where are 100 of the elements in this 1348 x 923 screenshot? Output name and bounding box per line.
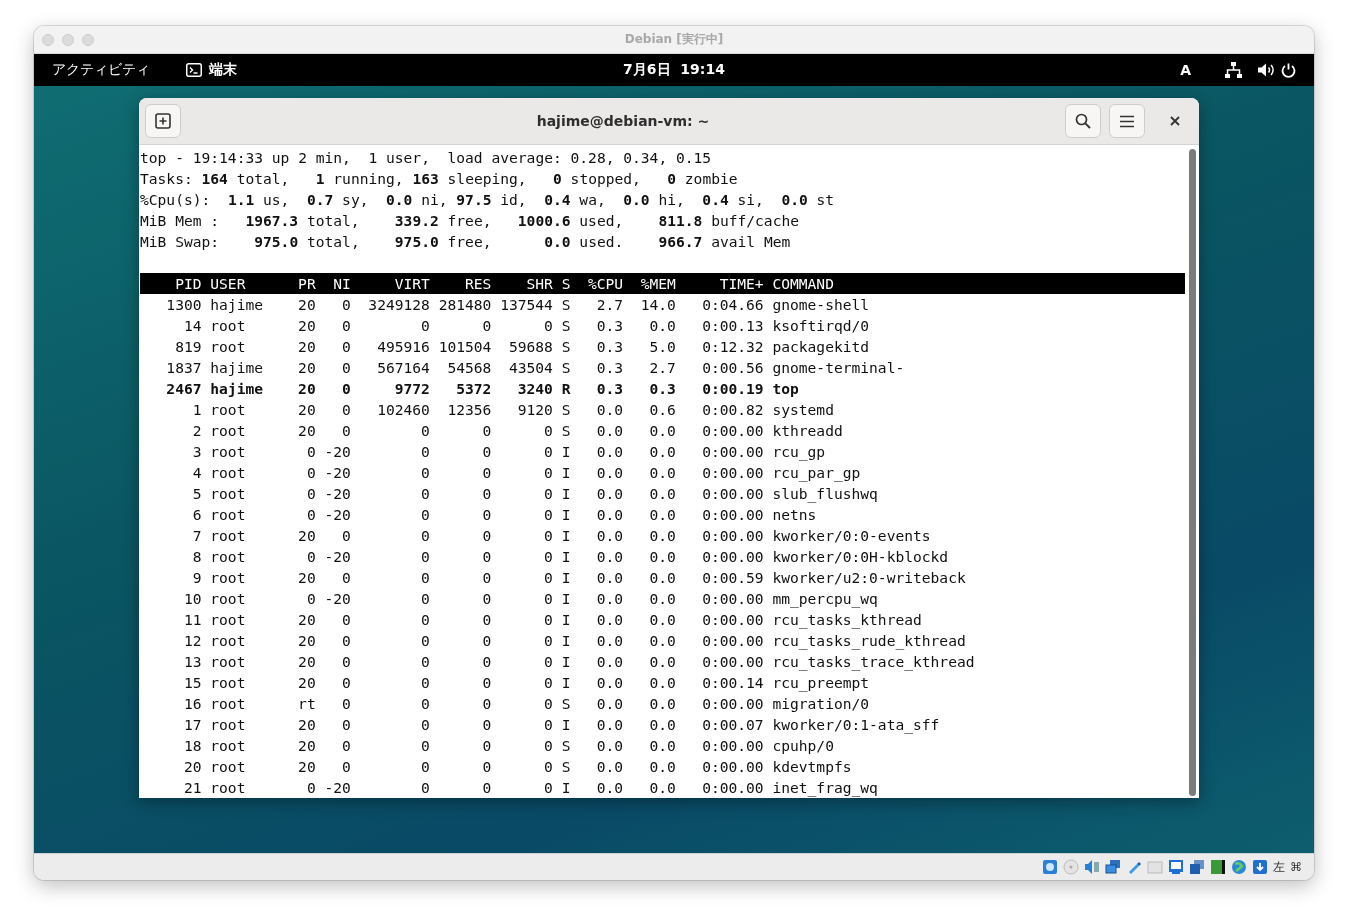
- column-header[interactable]: PR: [289, 273, 316, 294]
- table-cell-text: root: [210, 715, 247, 735]
- table-cell-text: 0: [341, 631, 351, 651]
- column-header[interactable]: SHR: [500, 273, 553, 294]
- column-header[interactable]: %MEM: [631, 273, 676, 294]
- table-cell-text: packagekitd: [772, 337, 871, 357]
- table-cell-text: 0: [543, 631, 553, 651]
- app-menu-label[interactable]: 端末: [209, 61, 237, 79]
- table-cell-text: I: [561, 463, 571, 483]
- column-header[interactable]: %CPU: [579, 273, 624, 294]
- table-cell-text: 0: [481, 484, 492, 504]
- table-cell-text: ksoftirqd/0: [772, 316, 871, 336]
- table-cell-text: 0.0: [595, 757, 624, 777]
- summary-line: Tasks: 164 total, 1 running, 163 sleeping, 0 stopped, 0 zombie: [140, 169, 739, 189]
- download-icon: [1252, 859, 1268, 875]
- table-cell-text: S: [561, 400, 571, 420]
- audio-icon: [1084, 859, 1100, 875]
- host-key-label: 左: [1273, 858, 1285, 876]
- table-cell-text: 11: [182, 610, 202, 630]
- table-cell-text: 20: [297, 379, 316, 399]
- menu-button[interactable]: [1109, 104, 1145, 138]
- input-method-indicator[interactable]: A: [1180, 62, 1191, 78]
- table-cell-text: 0:00.59: [701, 568, 764, 588]
- table-cell-text: 0: [305, 778, 316, 798]
- table-cell-text: 0.3: [595, 379, 624, 399]
- table-cell-text: 0:00.82: [701, 400, 764, 420]
- table-cell-text: 0: [305, 442, 316, 462]
- table-cell-text: 0: [543, 610, 553, 630]
- table-cell-text: 0: [305, 505, 316, 525]
- table-cell-text: 0: [543, 526, 553, 546]
- table-cell-text: 0: [341, 379, 351, 399]
- table-cell-text: root: [210, 505, 247, 525]
- screens-icon: [1189, 859, 1205, 875]
- table-cell-text: 0: [305, 547, 316, 567]
- table-cell-text: 281480: [438, 295, 492, 315]
- table-cell-text: 0.0: [595, 778, 624, 798]
- column-header[interactable]: PID: [140, 273, 202, 294]
- column-header[interactable]: USER: [210, 273, 281, 294]
- column-header[interactable]: VIRT: [359, 273, 430, 294]
- table-cell-text: hajime: [210, 295, 264, 315]
- network-adapter-icon: [1105, 859, 1121, 875]
- new-tab-icon: [155, 113, 171, 129]
- column-header[interactable]: RES: [438, 273, 492, 294]
- table-cell-text: 20: [297, 610, 316, 630]
- table-cell-text: root: [210, 631, 247, 651]
- power-icon[interactable]: [1281, 62, 1296, 78]
- column-header[interactable]: TIME+: [684, 273, 764, 294]
- table-cell-text: rcu_tasks_kthread: [772, 610, 923, 630]
- column-header[interactable]: COMMAND: [772, 273, 1185, 294]
- table-cell-text: rcu_preempt: [772, 673, 871, 693]
- optical-disc-icon: [1063, 859, 1079, 875]
- table-cell-text: 13: [182, 652, 202, 672]
- table-cell-text: 0.0: [595, 442, 624, 462]
- table-cell-text: root: [210, 673, 247, 693]
- table-cell-text: 0:00.00: [701, 484, 764, 504]
- volume-icon[interactable]: [1258, 63, 1275, 77]
- table-cell-text: 0: [543, 757, 553, 777]
- table-cell-text: 0.0: [595, 694, 624, 714]
- table-cell-text: kworker/u2:0-writeback: [772, 568, 967, 588]
- table-cell-text: 567164: [376, 358, 430, 378]
- column-header[interactable]: NI: [324, 273, 351, 294]
- new-tab-button[interactable]: [145, 104, 181, 138]
- table-cell-text: slub_flushwq: [772, 484, 879, 504]
- table-cell-text: 0: [420, 631, 430, 651]
- table-cell-text: 0.0: [648, 421, 676, 441]
- clock[interactable]: 7月6日 19:14: [623, 61, 725, 79]
- table-cell-text: 9772: [393, 379, 430, 399]
- table-cell-text: 20: [297, 736, 316, 756]
- scrollbar[interactable]: [1188, 149, 1196, 796]
- table-cell-text: I: [561, 589, 571, 609]
- table-cell-text: 0.6: [648, 400, 676, 420]
- search-button[interactable]: [1065, 104, 1101, 138]
- table-cell-text: -20: [324, 547, 351, 567]
- table-cell-text: 17: [182, 715, 202, 735]
- table-cell-text: 0:00.56: [701, 358, 764, 378]
- table-cell-text: 1: [191, 400, 202, 420]
- table-cell-text: root: [210, 463, 247, 483]
- table-cell-text: 0: [481, 547, 492, 567]
- table-cell-text: -20: [324, 442, 351, 462]
- table-cell-text: 0.0: [595, 421, 624, 441]
- network-icon[interactable]: [1225, 62, 1242, 78]
- table-cell-text: 5.0: [648, 337, 676, 357]
- table-cell-text: 0: [481, 442, 492, 462]
- activities-button[interactable]: アクティビティ: [52, 61, 150, 79]
- table-cell-text: 0.0: [595, 547, 624, 567]
- table-cell-text: 0.0: [648, 568, 676, 588]
- table-cell-text: 0: [341, 337, 351, 357]
- table-cell-text: -20: [324, 589, 351, 609]
- table-cell-text: root: [210, 526, 247, 546]
- table-cell-text: root: [210, 589, 247, 609]
- table-cell-text: 0: [543, 715, 553, 735]
- table-cell-text: 0.0: [648, 631, 676, 651]
- table-cell-text: rcu_par_gp: [772, 463, 862, 483]
- table-cell-text: 0: [341, 715, 351, 735]
- table-cell-text: 0:04.66: [701, 295, 764, 315]
- table-cell-text: 9120: [516, 400, 553, 420]
- column-header[interactable]: S: [561, 273, 571, 294]
- table-cell-text: root: [210, 778, 247, 798]
- table-cell-text: 2: [191, 421, 202, 441]
- table-cell-text: 0.0: [595, 715, 624, 735]
